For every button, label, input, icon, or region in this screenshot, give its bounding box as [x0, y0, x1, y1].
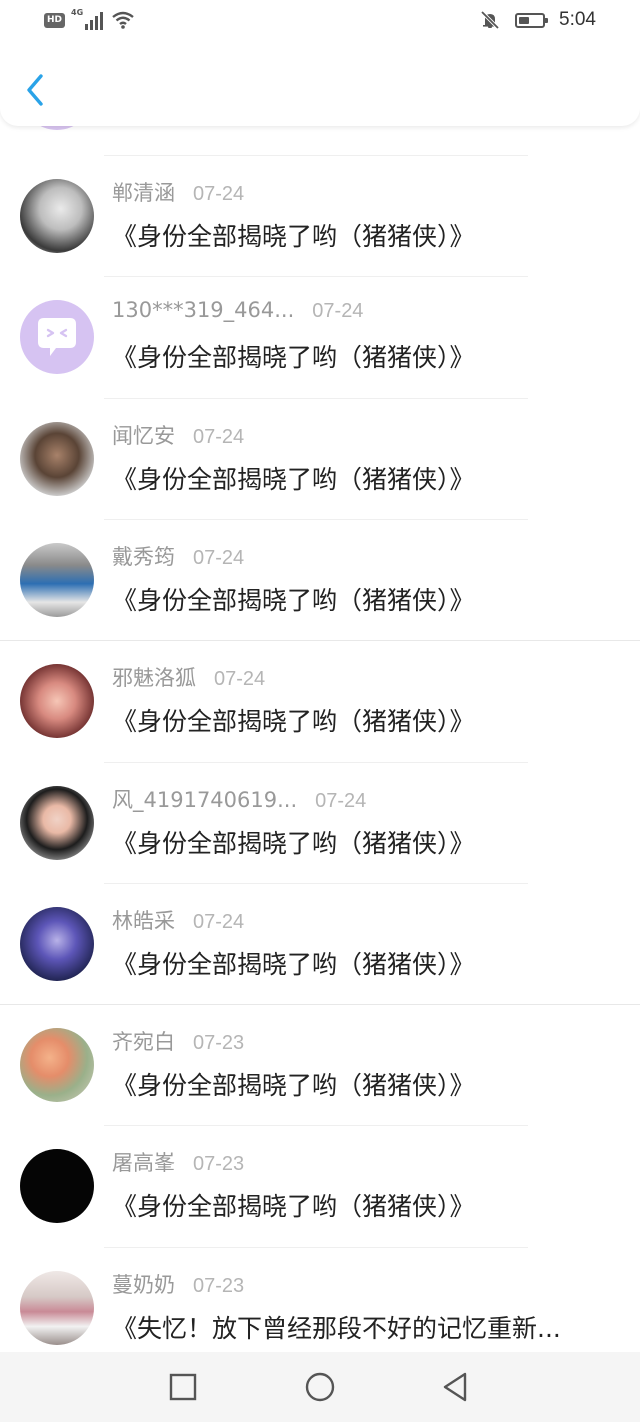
list-item[interactable]: 林皓采 07-24 《身份全部揭晓了哟（猪猪侠）》 [0, 884, 640, 1005]
item-meta: 郸清涵 07-24 [112, 177, 244, 207]
item-meta: 林皓采 07-24 [112, 905, 244, 935]
screen: 郸清涵 07-24 《身份全部揭晓了哟（猪猪侠）》 130***319_464... 0… [0, 0, 640, 1422]
avatar[interactable] [20, 1271, 94, 1345]
post-date: 07-24 [193, 547, 245, 569]
list-item[interactable]: 闻忆安 07-24 《身份全部揭晓了哟（猪猪侠）》 [0, 399, 640, 520]
item-meta: 屠高峯 07-23 [112, 1147, 244, 1177]
chevron-left-icon[interactable] [22, 72, 48, 108]
username[interactable]: 齐宛白 [112, 1030, 175, 1054]
post-date: 07-24 [214, 668, 266, 690]
list-item[interactable]: 邪魅洛狐 07-24 《身份全部揭晓了哟（猪猪侠）》 [0, 641, 640, 762]
username[interactable]: 林皓采 [112, 909, 175, 933]
username[interactable]: 130***319_464... [112, 298, 294, 322]
work-title[interactable]: 《身份全部揭晓了哟（猪猪侠）》 [112, 824, 612, 860]
item-meta: 邪魅洛狐 07-24 [112, 662, 265, 692]
post-date: 07-24 [193, 426, 245, 448]
list-item[interactable]: 戴秀筠 07-24 《身份全部揭晓了哟（猪猪侠）》 [0, 520, 640, 641]
username[interactable]: 风_4191740619... [112, 788, 297, 812]
list-item[interactable]: 130***319_464... 07-24 《身份全部揭晓了哟（猪猪侠）》 [0, 277, 640, 398]
square-icon[interactable] [165, 1369, 201, 1405]
bell-off-icon [480, 10, 500, 30]
work-title[interactable]: 《身份全部揭晓了哟（猪猪侠）》 [112, 217, 612, 253]
list-item[interactable]: 屠高峯 07-23 《身份全部揭晓了哟（猪猪侠）》 [0, 1126, 640, 1247]
work-title[interactable]: 《身份全部揭晓了哟（猪猪侠）》 [112, 1187, 612, 1223]
avatar[interactable] [20, 300, 94, 374]
clock-time: 5:04 [559, 9, 596, 30]
avatar[interactable] [20, 664, 94, 738]
item-meta: 蔓奶奶 07-23 [112, 1269, 244, 1299]
username[interactable]: 蔓奶奶 [112, 1273, 175, 1297]
work-title[interactable]: 《身份全部揭晓了哟（猪猪侠）》 [112, 945, 612, 981]
avatar[interactable] [20, 422, 94, 496]
post-date: 07-24 [312, 300, 364, 322]
wifi-icon [112, 11, 134, 29]
avatar[interactable] [20, 786, 94, 860]
avatar[interactable] [20, 179, 94, 253]
avatar[interactable] [20, 543, 94, 617]
post-date: 07-23 [193, 1153, 245, 1175]
work-title[interactable]: 《身份全部揭晓了哟（猪猪侠）》 [112, 1066, 612, 1102]
username[interactable]: 郸清涵 [112, 181, 175, 205]
comment-list[interactable]: 郸清涵 07-24 《身份全部揭晓了哟（猪猪侠）》 130***319_464... 0… [0, 0, 640, 1352]
item-meta: 130***319_464... 07-24 [112, 298, 363, 328]
battery-icon [515, 12, 549, 28]
hd-badge: HD [44, 12, 66, 28]
list-item[interactable]: 郸清涵 07-24 《身份全部揭晓了哟（猪猪侠）》 [0, 156, 640, 277]
username[interactable]: 邪魅洛狐 [112, 666, 196, 690]
work-title[interactable]: 《身份全部揭晓了哟（猪猪侠）》 [112, 460, 612, 496]
avatar[interactable] [20, 1028, 94, 1102]
username[interactable]: 戴秀筠 [112, 545, 175, 569]
network-type: 4G [71, 8, 84, 17]
item-meta: 风_4191740619... 07-24 [112, 784, 366, 814]
avatar[interactable] [20, 907, 94, 981]
item-meta: 齐宛白 07-23 [112, 1026, 244, 1056]
list-item[interactable]: 蔓奶奶 07-23 《失忆！放下曾经那段不好的记忆重新... [0, 1248, 640, 1352]
work-title[interactable]: 《身份全部揭晓了哟（猪猪侠）》 [112, 338, 612, 374]
post-date: 07-24 [193, 911, 245, 933]
work-title[interactable]: 《身份全部揭晓了哟（猪猪侠）》 [112, 702, 612, 738]
post-date: 07-23 [193, 1032, 245, 1054]
circle-icon[interactable] [302, 1369, 338, 1405]
username[interactable]: 闻忆安 [112, 424, 175, 448]
item-meta: 闻忆安 07-24 [112, 420, 244, 450]
username[interactable]: 屠高峯 [112, 1151, 175, 1175]
work-title[interactable]: 《身份全部揭晓了哟（猪猪侠）》 [112, 581, 612, 617]
status-bar: HD 4G 5:04 [0, 0, 640, 44]
list-item[interactable]: 风_4191740619... 07-24 《身份全部揭晓了哟（猪猪侠）》 [0, 763, 640, 884]
system-nav-bar [0, 1352, 640, 1422]
header-bar [0, 44, 640, 126]
item-meta: 戴秀筠 07-24 [112, 541, 244, 571]
avatar[interactable] [20, 1149, 94, 1223]
triangle-back-icon[interactable] [437, 1369, 473, 1405]
post-date: 07-24 [315, 790, 367, 812]
list-item[interactable]: 齐宛白 07-23 《身份全部揭晓了哟（猪猪侠）》 [0, 1005, 640, 1126]
post-date: 07-23 [193, 1275, 245, 1297]
post-date: 07-24 [193, 183, 245, 205]
cell-signal-icon: 4G [71, 8, 105, 30]
work-title[interactable]: 《失忆！放下曾经那段不好的记忆重新... [112, 1309, 612, 1345]
